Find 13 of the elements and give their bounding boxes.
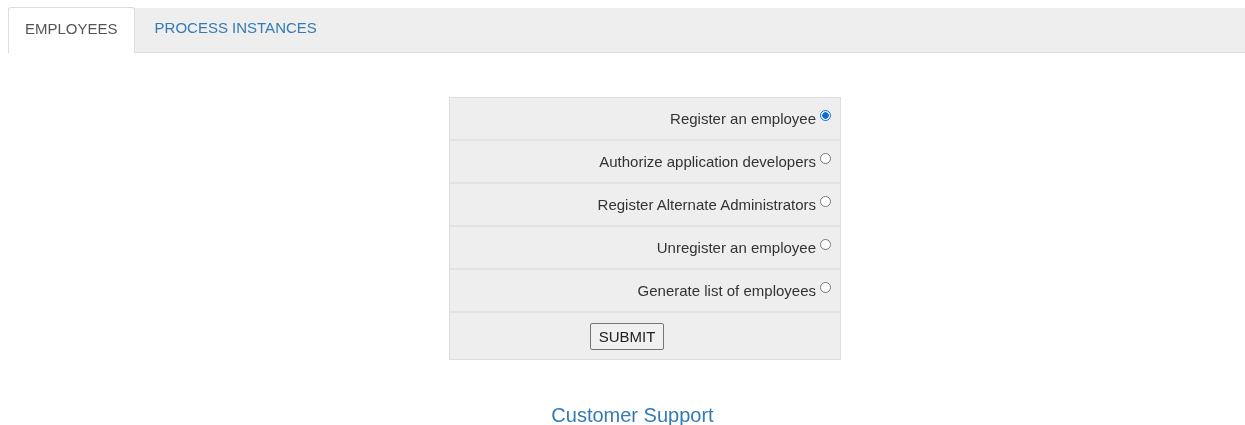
tab[interactable]: EMPLOYEES <box>8 7 135 53</box>
radio-button[interactable] <box>820 153 831 164</box>
radio-button[interactable] <box>820 196 831 207</box>
option-label: Generate list of employees <box>637 282 816 299</box>
submit-button[interactable]: SUBMIT <box>589 322 665 350</box>
tab[interactable]: PROCESS INSTANCES <box>134 7 337 52</box>
radio-button[interactable] <box>820 110 831 121</box>
option-label: Unregister an employee <box>656 239 816 256</box>
radio-button[interactable] <box>820 282 831 293</box>
option-label: Authorize application developers <box>599 153 816 170</box>
radio-button[interactable] <box>820 239 831 250</box>
option-label: Register Alternate Administrators <box>597 196 816 213</box>
option-label: Register an employee <box>670 110 816 127</box>
